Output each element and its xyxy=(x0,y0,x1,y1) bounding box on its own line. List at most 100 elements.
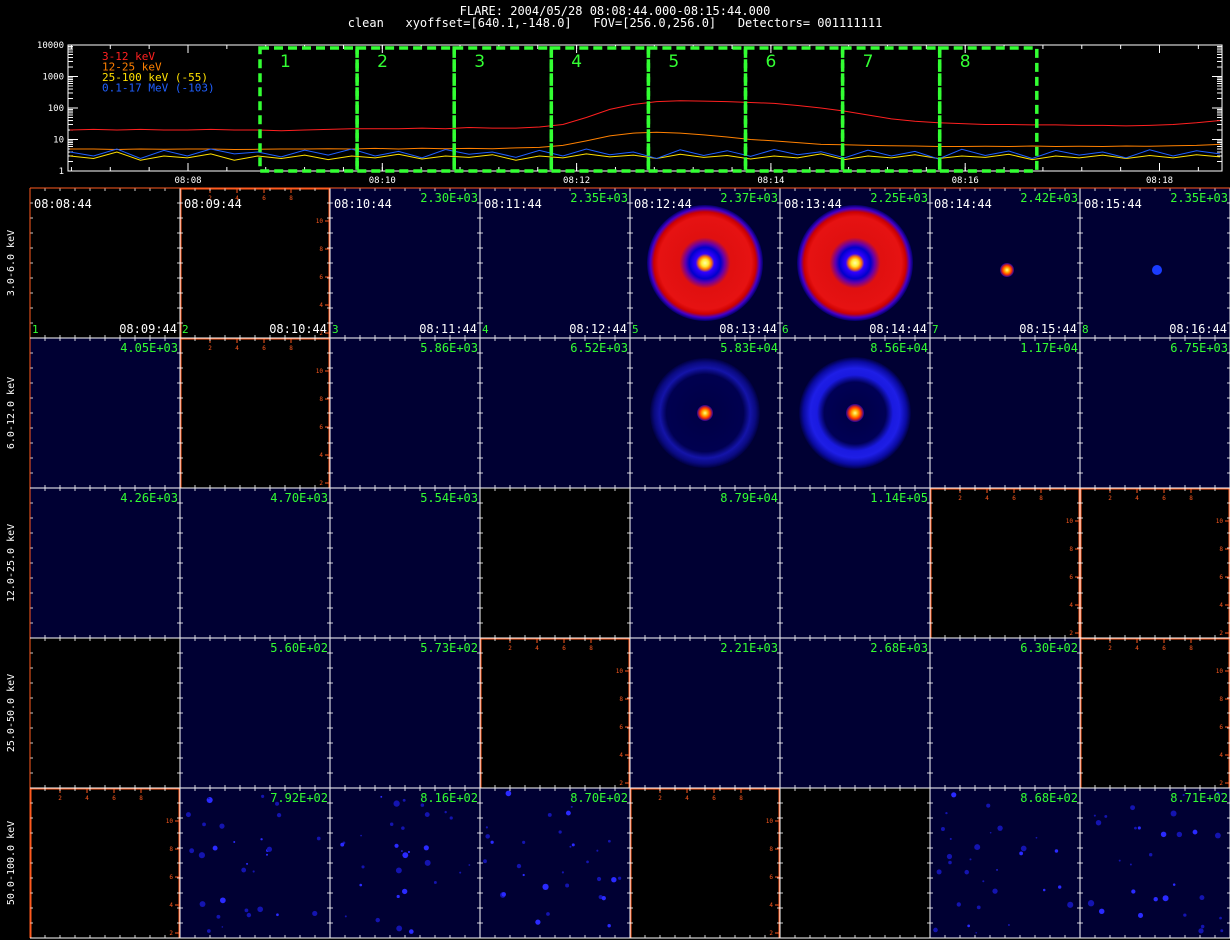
axis-tick-label: 2 xyxy=(169,930,173,937)
image-cell: 1.14E+05 xyxy=(780,488,930,638)
noise-blob xyxy=(241,867,247,873)
image-cell: 2.37E+03 08:12:44 08:13:44 5 xyxy=(630,188,780,338)
noise-blob xyxy=(202,822,206,827)
axis-tick-label: 6 xyxy=(169,874,173,881)
image-cell: 8.79E+04 xyxy=(630,488,780,638)
end-time-label: 08:10:44 xyxy=(269,322,327,336)
axis-tick-label: 6 xyxy=(562,645,566,652)
noise-blob xyxy=(396,894,400,899)
cell-background xyxy=(330,338,480,488)
image-cell: 4.05E+03 xyxy=(30,338,180,488)
image-cell: 2.30E+03 08:10:44 08:11:44 3 xyxy=(330,188,480,338)
end-time-label: 08:16:44 xyxy=(1169,322,1227,336)
cell-background xyxy=(330,488,480,638)
peak-value-label: 2.35E+03 xyxy=(1170,191,1228,205)
axis-tick-label: 4 xyxy=(1219,602,1223,609)
image-cell: 6.30E+02 xyxy=(930,638,1080,788)
axis-tick-label: 8 xyxy=(1189,645,1193,652)
noise-blob xyxy=(516,863,522,869)
noise-blob xyxy=(389,822,394,826)
axis-tick-label: 6 xyxy=(1012,495,1016,502)
noise-blob xyxy=(359,883,363,887)
axis-tick-label: 2 xyxy=(1069,630,1073,637)
axis-tick-label: 6 xyxy=(1069,574,1073,581)
noise-blob xyxy=(1093,814,1096,817)
noise-blob xyxy=(1134,826,1137,830)
noise-blob xyxy=(1054,849,1059,853)
cell-background xyxy=(930,338,1080,488)
noise-blob xyxy=(1137,826,1141,830)
axis-tick-label: 6 xyxy=(1162,495,1166,502)
peak-value-label: 7.92E+02 xyxy=(270,791,328,805)
source-core xyxy=(846,404,864,422)
image-cell: 6.75E+03 xyxy=(1080,338,1230,488)
noise-blob xyxy=(401,850,403,852)
noise-blob xyxy=(1214,832,1221,839)
axis-tick-label: 6 xyxy=(1219,574,1223,581)
image-cell: 2 4 6 8 10 2 4 6 8 xyxy=(930,488,1080,638)
noise-blob xyxy=(206,929,211,933)
noise-blob xyxy=(1137,912,1144,918)
axis-tick-label: 2 xyxy=(1108,645,1112,652)
image-cell: 2.25E+03 08:13:44 08:14:44 6 xyxy=(780,188,930,338)
image-cell: 6.52E+03 xyxy=(480,338,630,488)
noise-blob xyxy=(207,797,210,800)
axis-tick-label: 8 xyxy=(319,396,323,403)
noise-blob xyxy=(1131,889,1136,894)
image-cell: 8.71E+02 xyxy=(1080,788,1230,938)
image-grid: 3.0-6.0 keV 6.0-12.0 keV 12.0-25.0 keV 25.0… xyxy=(6,187,1230,939)
noise-blob xyxy=(401,888,408,895)
noise-blob xyxy=(1118,859,1121,862)
image-cell: 5.83E+04 xyxy=(630,338,780,488)
noise-blob xyxy=(542,883,549,890)
peak-value-label: 8.70E+02 xyxy=(570,791,628,805)
interval-number-label: 7 xyxy=(932,323,939,336)
noise-blob xyxy=(312,910,318,917)
axis-tick-label: 4 xyxy=(169,902,173,909)
noise-blob xyxy=(946,853,953,860)
noise-blob xyxy=(212,845,218,851)
cell-background xyxy=(480,788,630,938)
noise-blob xyxy=(395,867,402,874)
noise-blob xyxy=(393,800,400,807)
cell-background xyxy=(930,488,1080,638)
peak-value-label: 2.37E+03 xyxy=(720,191,778,205)
noise-blob xyxy=(219,897,226,904)
noise-blob xyxy=(546,912,550,916)
noise-blob xyxy=(380,795,383,798)
interval-number-label: 2 xyxy=(182,323,189,336)
cell-background xyxy=(180,788,330,938)
end-time-label: 08:14:44 xyxy=(869,322,927,336)
image-cell: 2.42E+03 08:14:44 08:15:44 7 xyxy=(930,188,1080,338)
peak-value-label: 5.54E+03 xyxy=(420,491,478,505)
source-spot xyxy=(1152,265,1162,275)
noise-blob xyxy=(423,845,429,851)
noise-blob xyxy=(1148,853,1153,857)
axis-tick-label: 4 xyxy=(85,795,89,802)
start-time-label: 08:12:44 xyxy=(634,197,692,211)
noise-blob xyxy=(402,852,409,859)
image-cell: 5.60E+02 xyxy=(180,638,330,788)
peak-value-label: 2.68E+03 xyxy=(870,641,928,655)
noise-blob xyxy=(570,805,573,808)
axis-tick-label: 8 xyxy=(289,195,293,202)
cell-background xyxy=(780,788,930,938)
noise-blob xyxy=(375,917,380,923)
start-time-label: 08:09:44 xyxy=(184,197,242,211)
axis-tick-label: 8 xyxy=(1219,696,1223,703)
noise-blob xyxy=(408,929,414,934)
axis-tick-label: 8 xyxy=(619,696,623,703)
axis-tick-label: 6 xyxy=(112,795,116,802)
noise-blob xyxy=(401,826,405,830)
noise-blob xyxy=(266,846,273,852)
noise-blob xyxy=(986,803,991,808)
axis-tick-label: 10 xyxy=(316,368,324,375)
noise-blob xyxy=(221,926,224,928)
cell-background xyxy=(930,638,1080,788)
noise-blob xyxy=(936,869,942,875)
interval-number-label: 6 xyxy=(782,323,789,336)
noise-blob xyxy=(1162,895,1169,902)
axis-tick-label: 4 xyxy=(619,752,623,759)
peak-value-label: 8.68E+02 xyxy=(1020,791,1078,805)
axis-tick-label: 8 xyxy=(319,246,323,253)
